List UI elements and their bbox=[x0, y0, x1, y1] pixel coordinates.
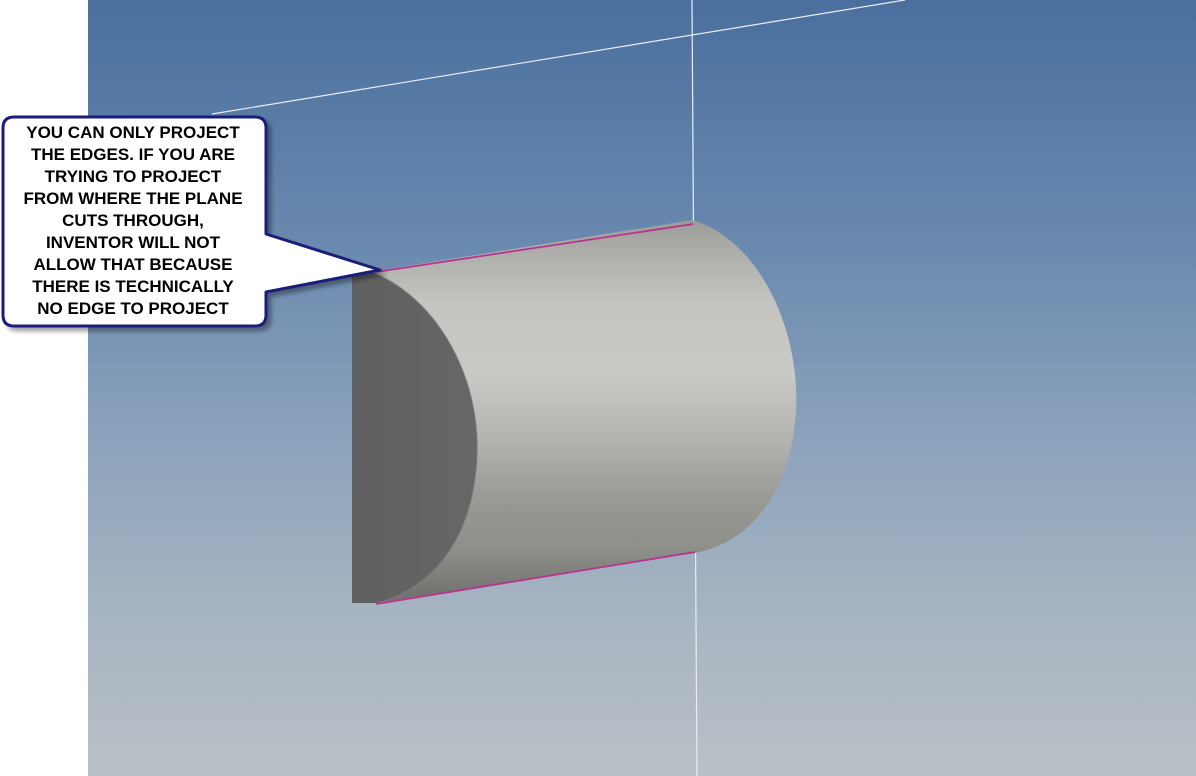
callout-text: YOU CAN ONLY PROJECT THE EDGES. IF YOU A… bbox=[23, 123, 243, 318]
model-scene bbox=[1, 0, 906, 776]
cad-window: YOU CAN ONLY PROJECT THE EDGES. IF YOU A… bbox=[0, 0, 1196, 776]
work-plane-line-horizontal bbox=[211, 0, 906, 115]
